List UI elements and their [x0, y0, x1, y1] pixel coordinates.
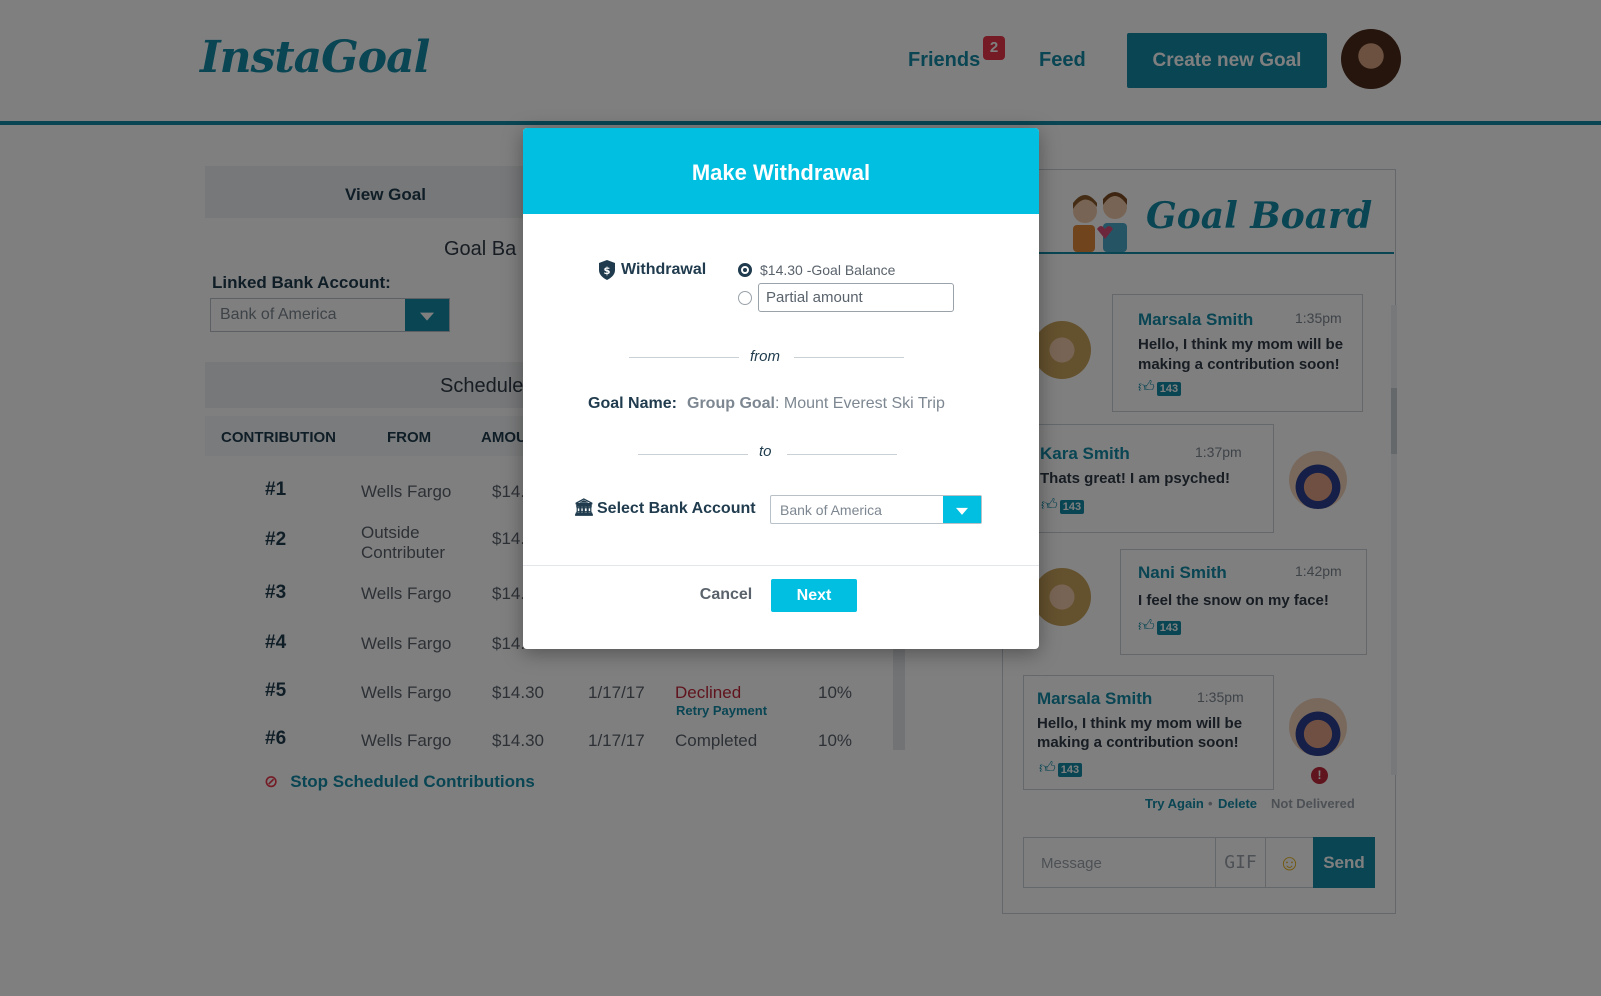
withdrawal-label: Withdrawal	[621, 261, 707, 278]
goal-name-value: : Mount Everest Ski Trip	[775, 395, 945, 412]
from-label: from	[750, 348, 780, 365]
bank-icon: 🏛︎	[573, 498, 595, 517]
radio-partial-amount[interactable]	[738, 291, 752, 305]
svg-text:$: $	[604, 266, 611, 277]
shield-icon: $	[599, 260, 615, 280]
to-label: to	[759, 443, 772, 460]
goal-name-label: Goal Name:	[588, 395, 677, 412]
modal-title: Make Withdrawal	[523, 128, 1039, 214]
bank-account-value: Bank of America	[780, 501, 882, 518]
next-button[interactable]: Next	[771, 579, 857, 612]
bank-account-select[interactable]: Bank of America	[770, 495, 982, 524]
chevron-down-icon[interactable]	[943, 496, 981, 523]
goal-type: Group Goal	[687, 395, 775, 412]
divider	[638, 454, 748, 455]
select-bank-label: Select Bank Account	[597, 500, 756, 517]
full-balance-label[interactable]: $14.30 -Goal Balance	[760, 262, 895, 278]
partial-amount-input[interactable]: Partial amount	[758, 283, 954, 312]
divider	[787, 454, 897, 455]
make-withdrawal-modal: Make Withdrawal $ Withdrawal $14.30 -Goa…	[523, 128, 1039, 649]
radio-full-balance[interactable]	[738, 263, 752, 277]
divider	[629, 357, 739, 358]
modal-footer-divider	[523, 565, 1039, 566]
divider	[794, 357, 904, 358]
cancel-button[interactable]: Cancel	[696, 579, 756, 611]
